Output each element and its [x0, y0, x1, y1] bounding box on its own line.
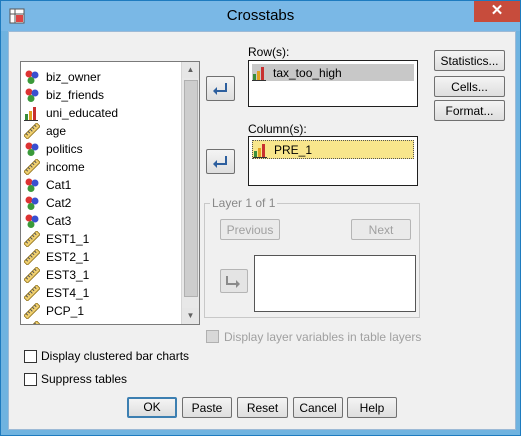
variable-list-item[interactable]: EST4_1 — [23, 283, 90, 302]
statistics-button[interactable]: Statistics... — [434, 50, 505, 71]
scale-icon — [23, 283, 41, 302]
scroll-thumb[interactable] — [184, 80, 198, 297]
variable-list-item-label: income — [46, 159, 85, 174]
variable-list-item-label: politics — [46, 141, 83, 156]
move-to-layer-button[interactable] — [220, 269, 248, 293]
nominal-icon — [24, 195, 40, 211]
display-layer-label: Display layer variables in table layers — [224, 330, 422, 344]
variable-list-item-label: biz_owner — [46, 69, 101, 84]
variable-list-item-label: EST3_1 — [46, 267, 90, 282]
close-button[interactable]: ✕ — [474, 1, 520, 22]
layer-label: Layer 1 of 1 — [210, 196, 278, 210]
suppress-tables-checkbox[interactable] — [24, 373, 37, 386]
rows-item[interactable]: tax_too_high — [252, 64, 414, 81]
ordinal-icon — [253, 142, 269, 158]
nominal-icon — [24, 87, 40, 103]
nominal-icon — [24, 141, 40, 157]
variable-list-item-label: EST4_1 — [46, 285, 90, 300]
variable-list-item[interactable]: EST3_1 — [23, 265, 90, 284]
suppress-tables-label: Suppress tables — [41, 372, 128, 386]
variable-list-item[interactable]: income — [23, 157, 85, 176]
previous-button[interactable]: Previous — [220, 219, 280, 240]
reset-button[interactable]: Reset — [237, 397, 288, 418]
arrow-left-icon — [213, 83, 227, 95]
scale-icon — [23, 301, 41, 320]
arrow-right-icon — [226, 276, 240, 288]
dialog-body: ▲ ▼ biz_owner biz_friends uni_educatedage p… — [8, 31, 516, 430]
variable-list-item[interactable]: politics — [24, 140, 83, 157]
format-button[interactable]: Format... — [434, 100, 505, 121]
scale-icon — [23, 121, 41, 140]
scale-icon — [23, 247, 41, 266]
window-title: Crosstabs — [226, 7, 295, 24]
variable-list-item[interactable]: Cat2 — [24, 194, 71, 211]
nominal-icon — [24, 213, 40, 229]
rows-item-label: tax_too_high — [273, 65, 342, 80]
ok-button[interactable]: OK — [127, 397, 177, 418]
rows-field[interactable]: tax_too_high — [248, 60, 418, 107]
variable-list-item-label: Cat1 — [46, 177, 72, 192]
display-layer-checkbox[interactable] — [206, 330, 219, 343]
columns-item-label: PRE_1 — [274, 142, 313, 157]
scale-icon — [23, 229, 41, 248]
arrow-left-icon — [213, 156, 227, 168]
ordinal-icon — [252, 65, 268, 81]
variable-list-item[interactable]: AGR_1 — [23, 319, 85, 325]
rows-label: Row(s): — [248, 45, 290, 59]
nominal-icon — [24, 69, 40, 85]
cells-button[interactable]: Cells... — [434, 76, 505, 97]
variable-list-item-label: EST1_1 — [46, 231, 90, 246]
clustered-bar-checkbox[interactable] — [24, 350, 37, 363]
variable-list-item[interactable]: age — [23, 121, 67, 140]
columns-item[interactable]: PRE_1 — [252, 140, 414, 159]
variable-list-item[interactable]: biz_friends — [24, 86, 104, 103]
cancel-button[interactable]: Cancel — [293, 397, 343, 418]
variable-list-item[interactable]: biz_owner — [24, 68, 101, 85]
variable-list-item[interactable]: EST2_1 — [23, 247, 90, 266]
title-bar: Crosstabs ✕ — [1, 1, 520, 31]
columns-label: Column(s): — [248, 122, 307, 136]
variable-list-item[interactable]: uni_educated — [24, 104, 118, 121]
scale-icon — [23, 157, 41, 176]
variable-list-item-label: uni_educated — [46, 105, 119, 120]
move-to-columns-button[interactable] — [206, 149, 235, 174]
crosstabs-window: Crosstabs ✕ ▲ ▼ biz_owner biz_friends uni_… — [0, 0, 521, 436]
variable-list-item[interactable]: PCP_1 — [23, 301, 85, 320]
variable-list-scrollbar[interactable]: ▲ ▼ — [181, 62, 199, 324]
scroll-down-arrow-icon[interactable]: ▼ — [182, 308, 199, 324]
columns-field[interactable]: PRE_1 — [248, 136, 418, 186]
scale-icon — [23, 319, 41, 324]
variable-list-item-label: biz_friends — [46, 87, 105, 102]
paste-button[interactable]: Paste — [182, 397, 232, 418]
variable-list-item-label: Cat3 — [46, 213, 72, 228]
ordinal-icon — [24, 105, 40, 121]
scroll-up-arrow-icon[interactable]: ▲ — [182, 62, 199, 78]
variable-list-item[interactable]: EST1_1 — [23, 229, 90, 248]
scale-icon — [23, 265, 41, 284]
variable-list-item-label: EST2_1 — [46, 249, 90, 264]
variable-list-item-label: AGR_1 — [46, 322, 85, 325]
next-button[interactable]: Next — [351, 219, 411, 240]
layer-field[interactable] — [254, 255, 416, 312]
variable-list-item-label: age — [46, 123, 67, 138]
nominal-icon — [24, 177, 40, 193]
move-to-rows-button[interactable] — [206, 76, 235, 101]
variable-list-item[interactable]: Cat3 — [24, 212, 71, 229]
help-button[interactable]: Help — [347, 397, 397, 418]
variable-list-item-label: Cat2 — [46, 195, 72, 210]
variable-list[interactable]: ▲ ▼ biz_owner biz_friends uni_educatedage p… — [20, 61, 200, 325]
variable-list-item[interactable]: Cat1 — [24, 176, 71, 193]
clustered-bar-label: Display clustered bar charts — [41, 349, 190, 363]
variable-list-item-label: PCP_1 — [46, 303, 85, 318]
